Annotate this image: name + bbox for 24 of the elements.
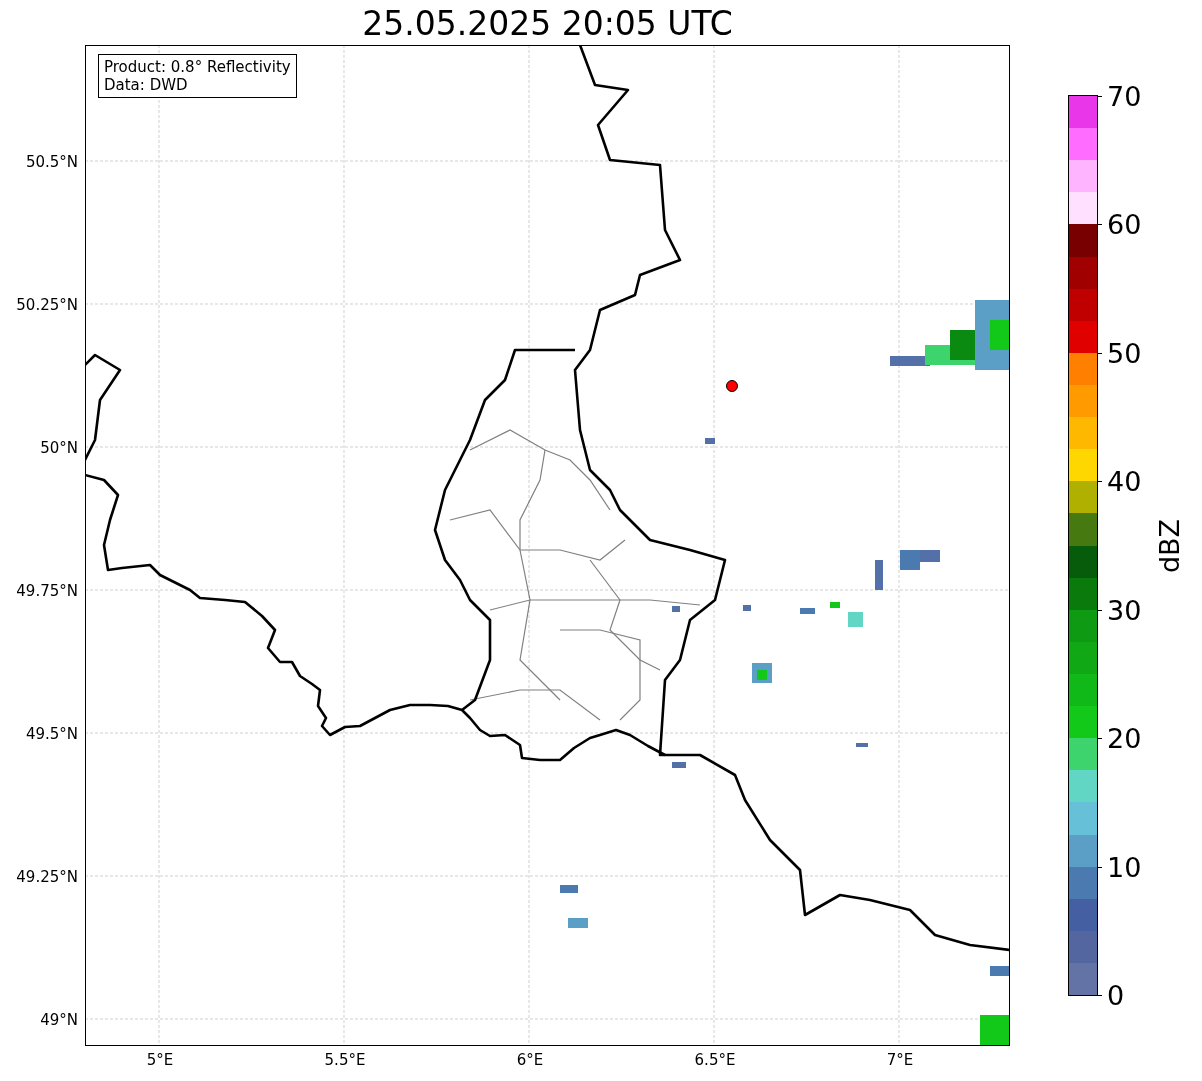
colorbar-tick-label: 70 xyxy=(1107,82,1142,110)
latitude-label: 49.5°N xyxy=(25,725,78,743)
longitude-label: 5°E xyxy=(146,1051,174,1069)
info-text: Product: 0.8° Reflectivity xyxy=(104,58,291,76)
latitude-label: 49°N xyxy=(40,1011,78,1029)
colorbar-tick-label: 10 xyxy=(1107,853,1142,881)
chart-title: 25.05.2025 20:05 UTC xyxy=(361,3,734,45)
colorbar-tick-label: 30 xyxy=(1107,596,1142,624)
latitude-label: 49.75°N xyxy=(16,582,78,600)
latitude-label: 50°N xyxy=(40,439,78,457)
colorbar-tick-label: 20 xyxy=(1107,724,1142,752)
latitude-label: 49.25°N xyxy=(16,868,78,886)
info-text: Data: DWD xyxy=(104,76,189,94)
latitude-label: 50.5°N xyxy=(25,153,78,171)
longitude-label: 5.5°E xyxy=(324,1051,366,1069)
colorbar-tick-label: 60 xyxy=(1107,210,1142,238)
colorbar-tick-label: 40 xyxy=(1107,467,1142,495)
longitude-label: 7°E xyxy=(886,1051,914,1069)
longitude-label: 6.5°E xyxy=(694,1051,736,1069)
colorbar-tick-label: 0 xyxy=(1107,981,1125,1009)
latitude-label: 50.25°N xyxy=(16,296,78,314)
longitude-label: 6°E xyxy=(516,1051,544,1069)
colorbar-label: dBZ xyxy=(1153,518,1185,573)
colorbar-tick-label: 50 xyxy=(1107,339,1142,367)
